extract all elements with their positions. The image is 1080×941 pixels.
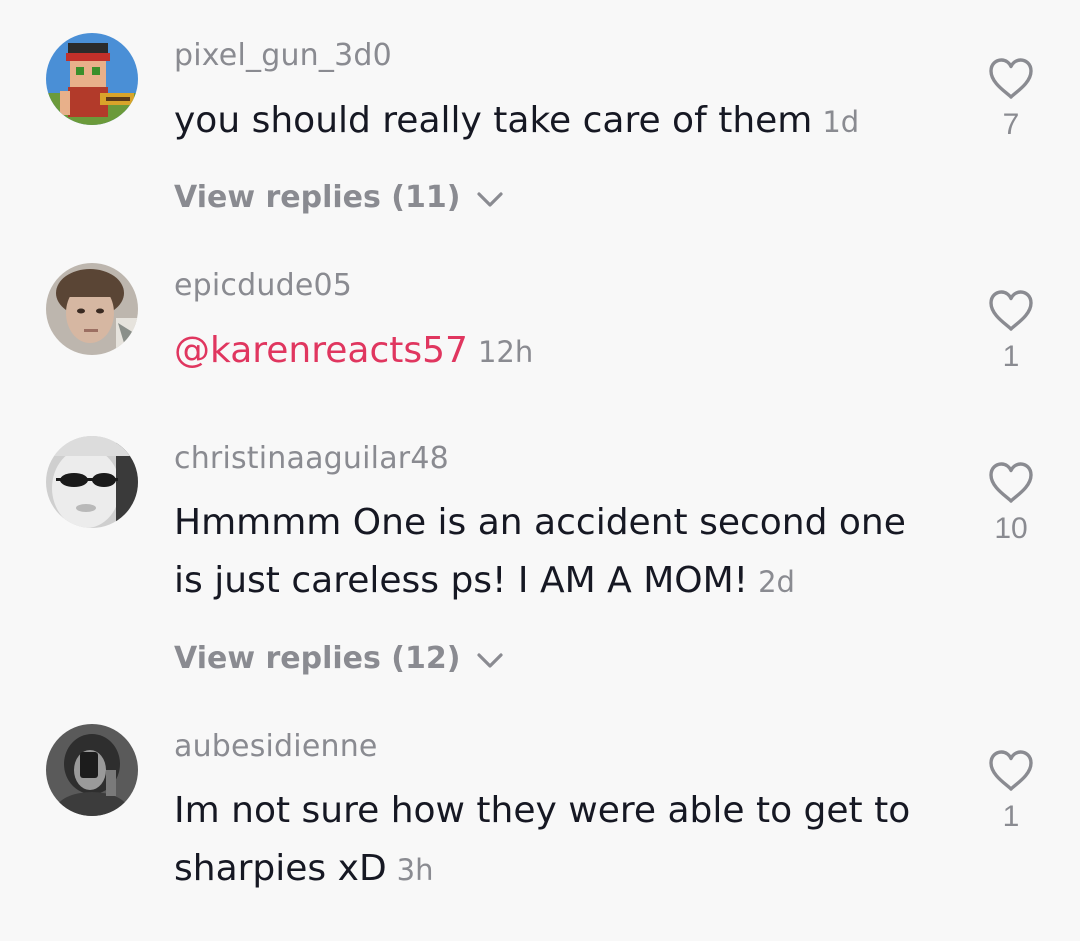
view-replies-button[interactable]: View replies (11) <box>174 180 505 215</box>
comment-timestamp: 2d <box>758 565 795 599</box>
comment-text: Im not sure how they were able to get to… <box>174 782 934 899</box>
like-button[interactable]: 7 <box>984 58 1038 142</box>
comment-username[interactable]: epicdude05 <box>174 268 352 303</box>
comment-timestamp: 12h <box>477 335 534 369</box>
like-count: 10 <box>994 512 1028 545</box>
person-photo-avatar-image <box>46 263 138 355</box>
heart-outline-icon <box>989 462 1033 503</box>
like-count: 7 <box>1002 108 1020 141</box>
view-replies-button[interactable]: View replies (12) <box>174 641 505 676</box>
view-replies-label: View replies (11) <box>174 180 461 215</box>
heart-outline-icon <box>989 750 1033 791</box>
comment-username[interactable]: pixel_gun_3d0 <box>174 38 392 73</box>
like-button[interactable]: 10 <box>984 462 1038 546</box>
chevron-down-icon <box>477 191 503 207</box>
like-count: 1 <box>1002 800 1020 833</box>
comment-text: Hmmmm One is an accident second one is j… <box>174 494 934 611</box>
view-replies-label: View replies (12) <box>174 641 461 676</box>
comment-username[interactable]: aubesidienne <box>174 729 378 764</box>
mirror-selfie-avatar-image <box>46 724 138 816</box>
avatar[interactable] <box>46 33 138 125</box>
mention-link[interactable]: @karenreacts57 <box>174 330 468 371</box>
comment-body: Hmmmm One is an accident second one is j… <box>174 502 906 601</box>
comment-username[interactable]: christinaaguilar48 <box>174 441 449 476</box>
heart-outline-icon <box>989 290 1033 331</box>
sunglasses-photo-avatar-image <box>46 436 138 528</box>
avatar[interactable] <box>46 724 138 816</box>
like-button[interactable]: 1 <box>984 290 1038 374</box>
comment-text: you should really take care of them 1d <box>174 92 934 151</box>
avatar[interactable] <box>46 263 138 355</box>
chevron-down-icon <box>477 652 503 668</box>
comment-text: @karenreacts57 12h <box>174 322 934 381</box>
avatar[interactable] <box>46 436 138 528</box>
pixel-character-avatar-image <box>46 33 138 125</box>
comment-timestamp: 1d <box>822 105 860 139</box>
comment-body: you should really take care of them <box>174 100 813 141</box>
like-button[interactable]: 1 <box>984 750 1038 834</box>
like-count: 1 <box>1002 340 1020 373</box>
comment-body: Im not sure how they were able to get to… <box>174 790 911 889</box>
heart-outline-icon <box>989 58 1033 99</box>
comment-timestamp: 3h <box>396 853 434 887</box>
